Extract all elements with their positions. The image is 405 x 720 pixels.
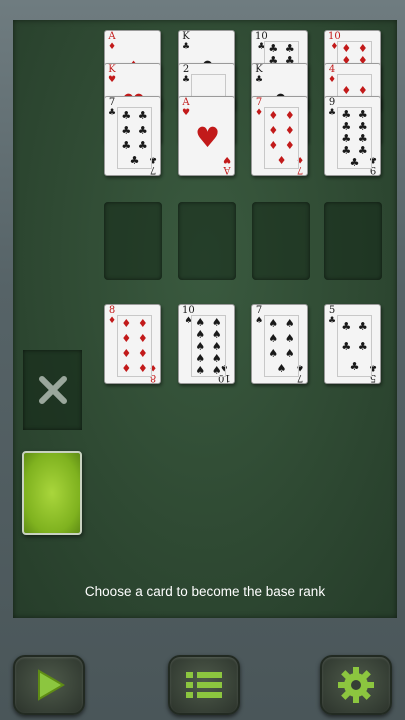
tableau-card[interactable]: 10 ♠ 10 ♠ ♠ ♠ ♠ ♠ ♠ ♠ ♠ ♠ ♠ ♠: [178, 304, 235, 384]
gear-icon: [338, 667, 374, 703]
settings-button[interactable]: [320, 655, 392, 715]
card-face: ♦ ♦ ♦ ♦ ♦ ♦ ♦ ♦: [117, 315, 152, 377]
stock-deck[interactable]: [22, 451, 82, 535]
tableau-card[interactable]: 5 ♣ 5 ♣ ♣ ♣ ♣ ♣ ♣: [324, 304, 381, 384]
card-corner-rank: K ♣: [182, 31, 191, 53]
card-corner-rank: A ♦: [108, 31, 117, 53]
card-face: ♣ ♣ ♣ ♣ ♣: [337, 315, 372, 377]
tableau-card[interactable]: 8 ♦ 8 ♦ ♦ ♦ ♦ ♦ ♦ ♦ ♦ ♦: [104, 304, 161, 384]
card-corner-rank: K ♥: [108, 64, 117, 86]
foundation-card[interactable]: A ♥ A ♥ ♥: [178, 96, 235, 176]
card-corner-rank: 2 ♣: [182, 64, 191, 86]
card-face: ♠ ♠ ♠ ♠ ♠ ♠ ♠: [264, 315, 299, 377]
play-button[interactable]: [13, 655, 85, 715]
foundation-card[interactable]: 7 ♣ 7 ♣ ♣ ♣ ♣ ♣ ♣ ♣ ♣: [104, 96, 161, 176]
tableau-card[interactable]: 7 ♠ 7 ♠ ♠ ♠ ♠ ♠ ♠ ♠ ♠: [251, 304, 308, 384]
status-message: Choose a card to become the base rank: [84, 584, 326, 599]
card-face: ♣ ♣ ♣ ♣ ♣ ♣ ♣: [117, 107, 152, 169]
card-corner-rank: 9 ♣: [328, 97, 337, 119]
card-face: ♠ ♠ ♠ ♠ ♠ ♠ ♠ ♠ ♠ ♠: [191, 315, 226, 377]
card-corner-rank: K ♣: [255, 64, 264, 86]
play-icon: [38, 669, 65, 701]
foundation-card[interactable]: 7 ♦ 7 ♦ ♦ ♦ ♦ ♦ ♦ ♦ ♦: [251, 96, 308, 176]
card-corner-rank: 4 ♦: [328, 64, 337, 86]
card-corner-rank: 7 ♣: [108, 97, 117, 119]
card-face: ♥: [194, 120, 221, 154]
card-corner-rank-bottom: A ♥: [222, 154, 231, 175]
discard-pile[interactable]: [23, 350, 82, 430]
card-corner-rank: 8 ♦: [108, 305, 117, 327]
card-corner-rank: 7 ♠: [255, 305, 264, 327]
card-face: ♦ ♦ ♦ ♦ ♦ ♦ ♦: [264, 107, 299, 169]
empty-slot-2[interactable]: [178, 202, 236, 280]
close-icon: [38, 376, 67, 404]
card-face: ♣ ♣ ♣ ♣ ♣ ♣ ♣ ♣ ♣: [337, 107, 372, 169]
empty-slot-3[interactable]: [252, 202, 310, 280]
card-corner-rank: 7 ♦: [255, 97, 264, 119]
menu-button[interactable]: [168, 655, 240, 715]
menu-icon: [186, 672, 222, 698]
foundation-card[interactable]: 9 ♣ 9 ♣ ♣ ♣ ♣ ♣ ♣ ♣ ♣ ♣ ♣: [324, 96, 381, 176]
card-corner-rank: A ♥: [182, 97, 191, 119]
empty-slot-1[interactable]: [104, 202, 162, 280]
empty-slot-4[interactable]: [324, 202, 382, 280]
card-corner-rank: 5 ♣: [328, 305, 337, 327]
